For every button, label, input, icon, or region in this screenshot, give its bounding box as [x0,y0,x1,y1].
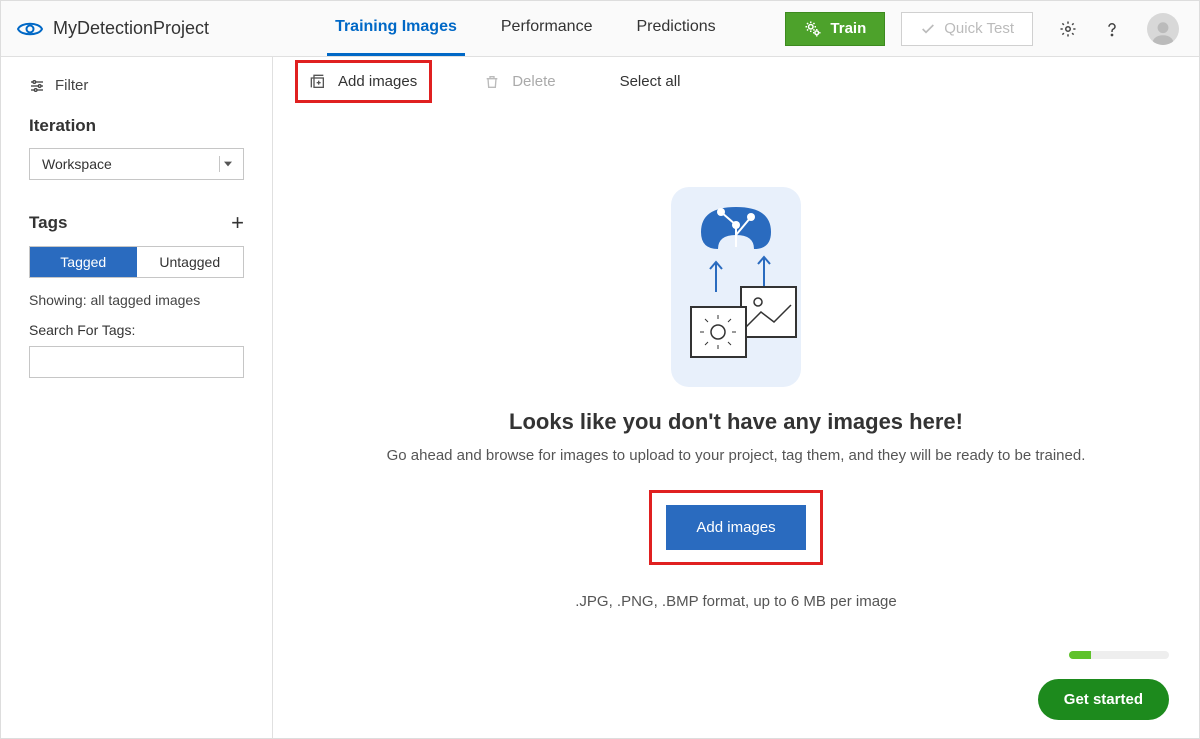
gears-icon [804,20,822,38]
add-image-icon [310,74,326,90]
select-all-label: Select all [620,73,681,90]
plus-icon[interactable]: + [231,210,244,236]
quick-test-button: Quick Test [901,12,1033,46]
add-images-label: Add images [338,73,417,90]
quick-test-label: Quick Test [944,20,1014,37]
train-button[interactable]: Train [785,12,885,46]
sidebar: Filter Iteration Workspace Tags + Tagged… [1,57,273,738]
delete-label: Delete [512,73,555,90]
chevron-down-icon [219,156,235,172]
train-button-label: Train [830,20,866,37]
get-started-button[interactable]: Get started [1038,679,1169,720]
trash-icon [484,74,500,90]
filter-label: Filter [55,77,88,94]
filter-row[interactable]: Filter [29,77,244,94]
bottom-right: Get started [1038,651,1169,720]
iteration-value: Workspace [42,156,112,172]
empty-subtitle: Go ahead and browse for images to upload… [387,447,1086,464]
delete-button: Delete [472,67,567,96]
highlight-add-images: Add images [295,60,432,103]
search-tags-label: Search For Tags: [29,322,244,338]
iteration-heading: Iteration [29,116,244,136]
toggle-untagged[interactable]: Untagged [137,247,244,277]
tab-performance[interactable]: Performance [493,1,601,56]
avatar[interactable] [1147,13,1179,45]
highlight-add-images-big: Add images [649,490,822,565]
add-images-primary-button[interactable]: Add images [666,505,805,550]
project-name: MyDetectionProject [53,18,209,39]
showing-text: Showing: all tagged images [29,292,244,308]
tag-toggle: Tagged Untagged [29,246,244,278]
iteration-select[interactable]: Workspace [29,148,244,180]
progress-fill [1069,651,1091,659]
add-images-button[interactable]: Add images [298,67,429,96]
help-icon[interactable] [1103,20,1121,38]
eye-icon [17,20,43,38]
nav-tabs: Training Images Performance Predictions [327,1,724,56]
progress-bar [1069,651,1169,659]
tab-predictions[interactable]: Predictions [628,1,723,56]
toggle-tagged[interactable]: Tagged [30,247,137,277]
select-all-button[interactable]: Select all [608,67,693,96]
format-hint: .JPG, .PNG, .BMP format, up to 6 MB per … [575,593,897,610]
check-icon [920,21,936,37]
app-header: MyDetectionProject Training Images Perfo… [1,1,1199,57]
header-icons [1059,13,1179,45]
logo-area: MyDetectionProject [17,18,209,39]
main-area: Add images Delete Select all [273,57,1199,738]
empty-state: Looks like you don't have any images her… [273,107,1199,610]
tags-heading: Tags [29,213,67,233]
empty-illustration [646,187,826,387]
sliders-icon [29,78,45,94]
gear-icon[interactable] [1059,20,1077,38]
search-tags-input[interactable] [29,346,244,378]
toolbar: Add images Delete Select all [273,57,1199,107]
tab-training-images[interactable]: Training Images [327,1,465,56]
empty-title: Looks like you don't have any images her… [509,409,963,435]
